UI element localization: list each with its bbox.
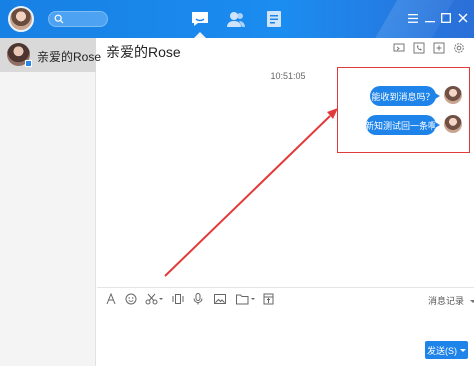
send-options-icon[interactable]	[460, 348, 466, 352]
settings-icon[interactable]	[453, 42, 465, 54]
maximize-icon	[441, 13, 451, 23]
add-member-icon[interactable]	[433, 42, 445, 54]
message-timestamp: 10:51:05	[270, 71, 306, 81]
search-icon	[54, 14, 64, 24]
screen-share-icon[interactable]	[393, 42, 405, 54]
scissors-icon	[145, 293, 163, 305]
chevron-down-icon	[469, 300, 474, 304]
image-icon	[214, 294, 226, 304]
send-button-label: 发送(S)	[427, 345, 457, 356]
message-history-button[interactable]: 消息记录	[428, 294, 474, 307]
folder-button[interactable]	[236, 292, 256, 306]
contacts-icon	[227, 12, 245, 27]
sender-avatar	[444, 86, 462, 104]
shake-button[interactable]	[172, 292, 184, 306]
image-button[interactable]	[214, 292, 226, 306]
font-button[interactable]	[106, 292, 116, 306]
search-input[interactable]	[66, 13, 106, 25]
tab-chat[interactable]	[186, 5, 214, 38]
minimize-button[interactable]	[424, 12, 436, 24]
tab-documents[interactable]	[260, 5, 288, 33]
message-bubble[interactable]: 新知测试回一条啊	[365, 115, 440, 135]
annotation-highlight-box	[337, 67, 470, 153]
menu-icon	[408, 13, 418, 23]
sender-avatar	[444, 115, 462, 133]
conversation-item[interactable]: 亲爱的Rose	[0, 38, 101, 72]
user-avatar[interactable]	[8, 6, 34, 32]
menu-button[interactable]	[407, 12, 419, 24]
document-icon	[267, 11, 281, 27]
microphone-icon	[193, 293, 203, 305]
voice-button[interactable]	[193, 292, 203, 306]
close-icon	[458, 13, 468, 23]
font-icon	[106, 293, 116, 305]
emoji-icon	[125, 293, 137, 305]
red-packet-button[interactable]	[263, 292, 274, 306]
minimize-icon	[425, 21, 435, 23]
send-button[interactable]: 发送(S)	[425, 341, 468, 359]
folder-icon	[236, 294, 255, 305]
input-divider	[97, 287, 474, 288]
chat-title: 亲爱的Rose	[106, 44, 181, 60]
conversation-list: 亲爱的Rose	[0, 38, 101, 366]
maximize-button[interactable]	[440, 12, 452, 24]
phone-icon[interactable]	[413, 42, 425, 54]
screenshot-button[interactable]	[145, 292, 163, 306]
chat-icon	[192, 12, 208, 26]
emoji-button[interactable]	[125, 292, 137, 306]
contact-name: 亲爱的Rose	[37, 50, 102, 64]
tab-contacts[interactable]	[222, 5, 250, 33]
red-packet-icon	[263, 293, 274, 305]
top-bar	[0, 0, 474, 38]
status-badge	[25, 60, 32, 67]
close-button[interactable]	[457, 12, 469, 24]
message-history-label: 消息记录	[428, 296, 465, 306]
search-box[interactable]	[48, 11, 108, 27]
shake-icon	[172, 294, 184, 304]
message-bubble[interactable]: 能收到消息吗？	[370, 86, 440, 106]
